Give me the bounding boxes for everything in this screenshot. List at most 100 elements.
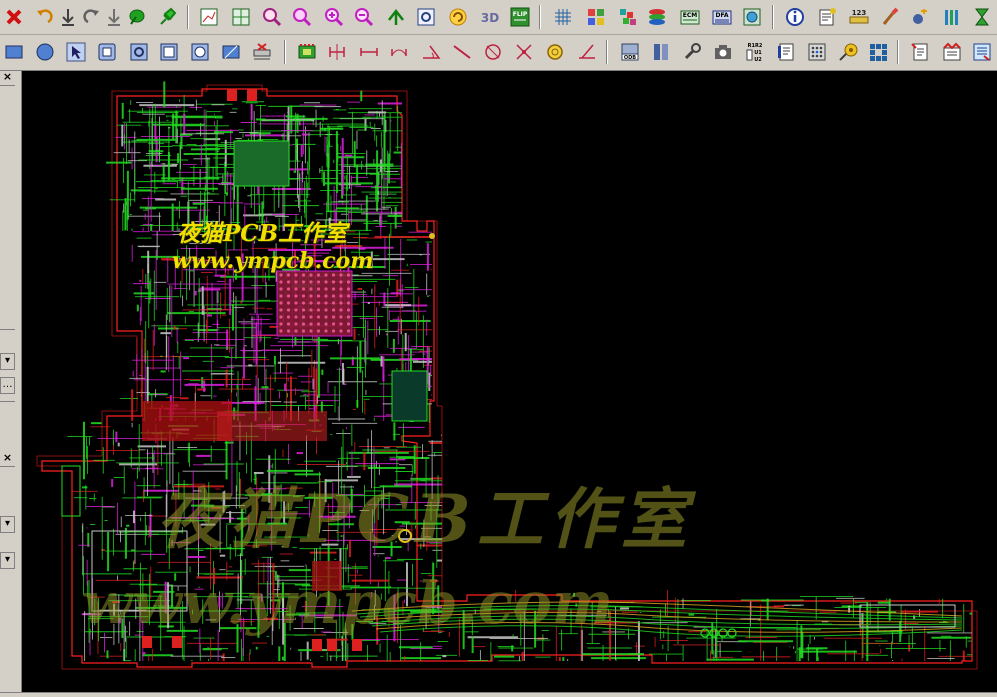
odb-button[interactable]: ODB xyxy=(618,40,642,64)
undo-button[interactable] xyxy=(32,5,56,29)
dimension-vertical-button[interactable] xyxy=(325,40,349,64)
measure-icon: 123 xyxy=(848,6,870,28)
ecm-button[interactable]: ECM xyxy=(678,5,702,29)
close-red-x-button[interactable] xyxy=(2,5,26,29)
circle-button[interactable] xyxy=(33,40,57,64)
netlist-compare-button[interactable]: R1R2 U1 U2 xyxy=(743,40,767,64)
pin-icon xyxy=(156,6,178,28)
board-globe-button[interactable] xyxy=(740,5,764,29)
rounded-rect-button[interactable] xyxy=(95,40,119,64)
dropdown-button[interactable]: ▾ xyxy=(0,552,15,569)
check-angle-button[interactable] xyxy=(575,40,599,64)
delete-shape-button[interactable] xyxy=(250,40,274,64)
bga-ball xyxy=(331,301,336,305)
highlight-button[interactable] xyxy=(908,5,932,29)
wrench-button[interactable] xyxy=(680,40,704,64)
leaf-button[interactable] xyxy=(124,5,148,29)
pin-button[interactable] xyxy=(155,5,179,29)
bga-ball xyxy=(301,301,306,305)
zoom-in-icon xyxy=(323,6,345,28)
refresh-button[interactable] xyxy=(446,5,470,29)
svg-text:U2: U2 xyxy=(754,57,762,63)
dropdown-button[interactable]: ▾ xyxy=(0,516,15,533)
dropdown-button[interactable]: ▾ xyxy=(0,353,15,370)
flip-board-button[interactable]: FLIP xyxy=(508,5,532,29)
component-button[interactable] xyxy=(295,40,319,64)
view-3d-button[interactable]: 3D xyxy=(478,5,502,29)
close-panel-button[interactable]: × xyxy=(1,452,14,465)
zoom-fit-button[interactable] xyxy=(229,5,253,29)
bars-icon xyxy=(941,6,963,28)
slot-button[interactable] xyxy=(219,40,243,64)
zoom-window-button[interactable] xyxy=(197,5,221,29)
cross-button[interactable] xyxy=(512,40,536,64)
coin-button[interactable] xyxy=(543,40,567,64)
zoom-in-button[interactable] xyxy=(322,5,346,29)
test-point-button[interactable] xyxy=(836,40,860,64)
color-palette-button[interactable] xyxy=(584,5,608,29)
zoom-previous-icon xyxy=(261,6,283,28)
bga-ball xyxy=(324,315,328,319)
rectangle-button[interactable] xyxy=(2,40,26,64)
bga-ball xyxy=(286,315,291,319)
square-button[interactable] xyxy=(157,40,181,64)
diameter-button[interactable] xyxy=(481,40,505,64)
hourglass-button[interactable] xyxy=(970,5,994,29)
view-3d-icon: 3D xyxy=(479,6,501,28)
layer-stack-button[interactable] xyxy=(645,5,669,29)
bars-button[interactable] xyxy=(940,5,964,29)
zoom-previous-button[interactable] xyxy=(260,5,284,29)
info-button[interactable] xyxy=(783,5,807,29)
dimension-arc-button[interactable] xyxy=(387,40,411,64)
angle-button[interactable] xyxy=(419,40,443,64)
measure-button[interactable]: 123 xyxy=(847,5,871,29)
report-button[interactable] xyxy=(774,40,798,64)
zoom-selection-button[interactable] xyxy=(290,5,314,29)
zoom-extents-button[interactable] xyxy=(414,5,438,29)
export-book-button[interactable] xyxy=(970,40,994,64)
bga-ball xyxy=(346,294,351,298)
notes-button[interactable] xyxy=(908,40,932,64)
download-alt-icon xyxy=(103,6,125,28)
layers-button[interactable] xyxy=(616,5,640,29)
bga-button[interactable] xyxy=(805,40,829,64)
pan-button[interactable] xyxy=(384,5,408,29)
bga-ball xyxy=(346,308,351,312)
select-arrow-button[interactable] xyxy=(64,40,88,64)
report-icon xyxy=(775,41,797,63)
bga-ball xyxy=(339,322,343,326)
bga-ball xyxy=(294,329,298,333)
notes-red-button[interactable] xyxy=(940,40,964,64)
bga-ball xyxy=(324,287,328,291)
dfa-button[interactable]: DFA xyxy=(710,5,734,29)
camera-button[interactable] xyxy=(711,40,735,64)
grid-button[interactable] xyxy=(551,5,575,29)
bga-ball xyxy=(279,280,283,284)
svg-text:U1: U1 xyxy=(754,50,762,56)
octagon-button[interactable] xyxy=(188,40,212,64)
svg-text:DFA: DFA xyxy=(715,12,728,19)
rotate-shape-button[interactable] xyxy=(127,40,151,64)
brush-button[interactable] xyxy=(878,5,902,29)
book-button[interactable] xyxy=(649,40,673,64)
left-dock-panel: × ▾ … × ▾ ▾ xyxy=(0,71,22,697)
line-button[interactable] xyxy=(450,40,474,64)
close-panel-button[interactable]: × xyxy=(1,71,14,84)
properties-button[interactable] xyxy=(815,5,839,29)
dimension-horizontal-button[interactable] xyxy=(357,40,381,64)
svg-text:ECM: ECM xyxy=(683,12,698,19)
download-alt-button[interactable] xyxy=(102,5,126,29)
bga-ball xyxy=(339,301,343,305)
bga-ball xyxy=(309,329,313,333)
download-button[interactable] xyxy=(56,5,80,29)
flip-board-icon: FLIP xyxy=(509,6,531,28)
pad-array-button[interactable] xyxy=(866,40,890,64)
pcb-canvas[interactable]: 夜猫PCB工作室 www.ympcb.com 夜猫PCB工作室 www.ympc… xyxy=(22,71,997,692)
square-icon xyxy=(158,41,180,63)
more-button[interactable]: … xyxy=(0,377,15,394)
zoom-out-button[interactable] xyxy=(352,5,376,29)
via xyxy=(700,628,710,638)
hourglass-icon xyxy=(971,6,993,28)
redo-button[interactable] xyxy=(80,5,104,29)
watermark-studio-name: 夜猫PCB工作室 xyxy=(177,220,348,247)
